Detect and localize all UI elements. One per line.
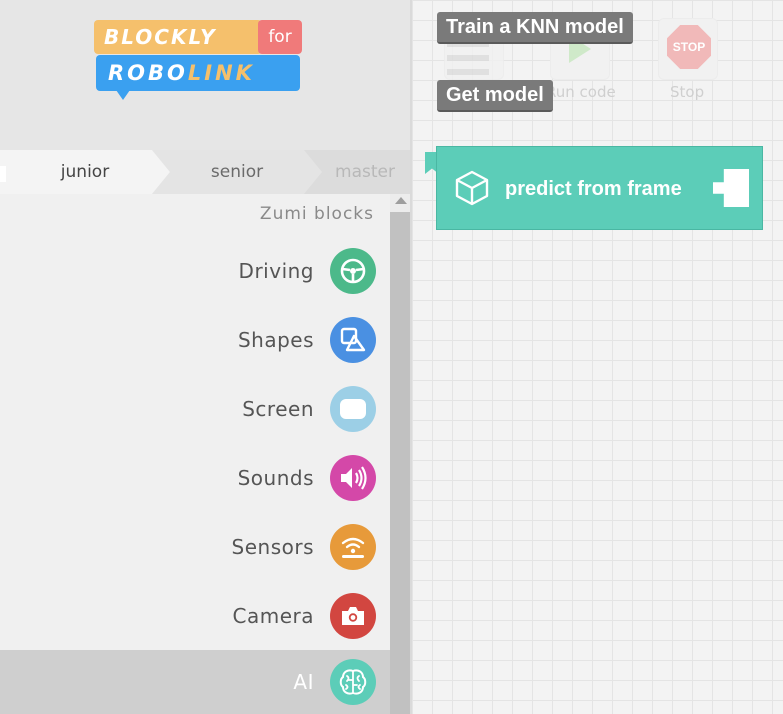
menu-bar — [447, 55, 489, 61]
tooltip-train-knn: Train a KNN model — [437, 12, 633, 44]
speaker-icon — [330, 455, 376, 501]
category-label: Shapes — [237, 328, 314, 352]
sidebar: BLOCKLY for ROBOLINK master senior junio… — [0, 0, 412, 714]
level-tabs: master senior junior — [0, 150, 412, 194]
stop-label[interactable]: Stop — [670, 83, 704, 101]
logo-link: LINK — [187, 61, 255, 85]
stop-button[interactable]: STOP — [658, 18, 718, 80]
category-camera[interactable]: Camera — [0, 584, 390, 648]
category-driving[interactable]: Driving — [0, 239, 390, 303]
category-ai[interactable]: AI — [0, 650, 390, 714]
logo-blockly: BLOCKLY — [94, 20, 262, 54]
category-label: Sounds — [237, 466, 314, 490]
sensor-icon — [330, 524, 376, 570]
scrollbar-thumb[interactable] — [390, 212, 412, 714]
app-logo: BLOCKLY for ROBOLINK — [94, 18, 304, 102]
logo-robo: ROBO — [108, 61, 188, 85]
category-label: Screen — [242, 397, 314, 421]
logo-for: for — [258, 20, 302, 54]
category-label: AI — [293, 670, 314, 694]
category-label: Sensors — [231, 535, 314, 559]
category-scrollbar[interactable] — [390, 194, 412, 714]
stop-sign-icon: STOP — [667, 25, 711, 69]
scroll-up-arrow-icon[interactable] — [395, 197, 407, 204]
cube-icon — [455, 170, 489, 206]
workspace-divider — [410, 0, 412, 714]
category-label: Driving — [238, 259, 314, 283]
tooltip-get-model: Get model — [437, 80, 553, 112]
tab-senior[interactable]: senior — [152, 150, 322, 194]
category-header: Zumi blocks — [259, 204, 374, 224]
screen-icon — [330, 386, 376, 432]
logo-notch — [116, 90, 130, 100]
block-label: predict from frame — [505, 178, 682, 200]
tab-junior[interactable]: junior — [0, 150, 170, 194]
active-tab-stripe — [0, 166, 6, 182]
category-list: Zumi blocks Driving Shapes Screen Sounds — [0, 194, 390, 714]
category-sensors[interactable]: Sensors — [0, 515, 390, 579]
brain-icon — [330, 659, 376, 705]
camera-icon — [330, 593, 376, 639]
category-label: Camera — [232, 604, 314, 628]
menu-bar — [447, 69, 489, 75]
logo-robolink: ROBOLINK — [96, 55, 300, 91]
category-shapes[interactable]: Shapes — [0, 308, 390, 372]
predict-from-frame-block[interactable]: predict from frame — [436, 146, 763, 230]
category-sounds[interactable]: Sounds — [0, 446, 390, 510]
steering-wheel-icon — [330, 248, 376, 294]
run-code-label[interactable]: Run code — [546, 83, 616, 101]
block-input-socket[interactable] — [713, 169, 749, 207]
category-screen[interactable]: Screen — [0, 377, 390, 441]
shapes-icon — [330, 317, 376, 363]
